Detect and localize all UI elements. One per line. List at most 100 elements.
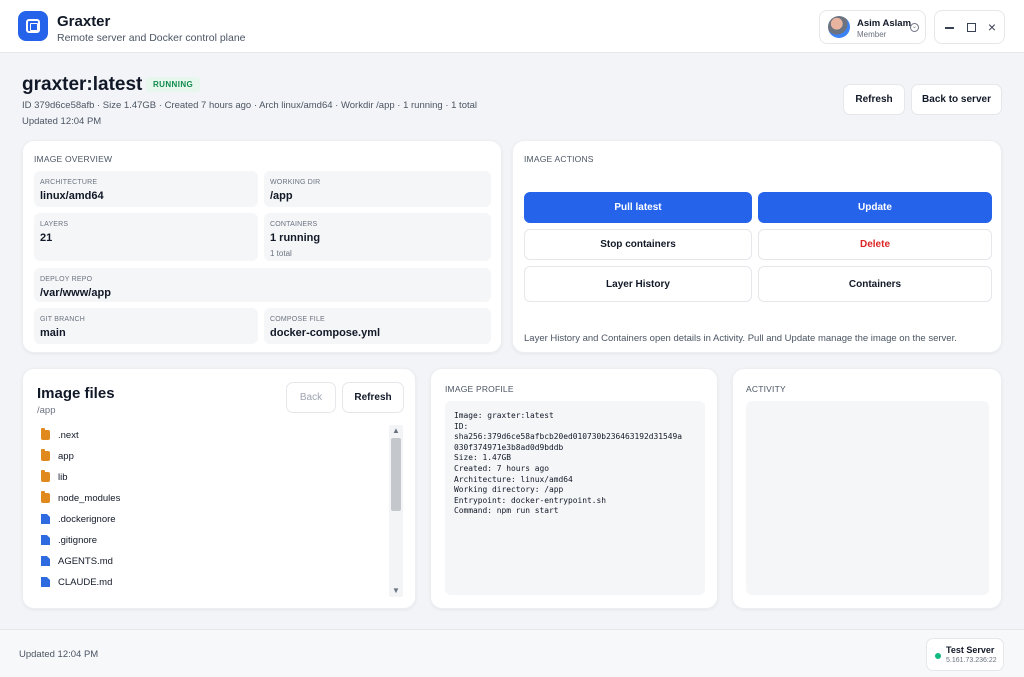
profile-line: sha256:379d6ce58afbcb20ed010730b23646319… (454, 432, 683, 442)
field-layers: LAYERS 21 (34, 213, 258, 261)
avatar (828, 16, 850, 38)
maximize-icon[interactable] (964, 20, 978, 34)
field-containers: CONTAINERS 1 running 1 total (264, 213, 491, 261)
field-value: 1 running (270, 232, 321, 244)
file-name: app (58, 451, 74, 462)
folder-icon (41, 449, 50, 461)
status-badge: RUNNING (146, 77, 201, 92)
image-files-path: /app (37, 405, 56, 416)
file-item-gitignore[interactable]: .gitignore (37, 530, 387, 550)
field-value: main (40, 327, 66, 339)
field-label: ARCHITECTURE (40, 179, 98, 186)
activity-log (746, 401, 989, 595)
image-overview-card: IMAGE OVERVIEW ARCHITECTURE linux/amd64 … (22, 140, 502, 353)
profile-line: Command: npm run start (454, 506, 559, 516)
profile-line: Created: 7 hours ago (454, 464, 550, 473)
image-actions-card: IMAGE ACTIONS Pull latest Update Stop co… (512, 140, 1002, 353)
image-actions-label: IMAGE ACTIONS (524, 154, 594, 164)
field-compose-file: COMPOSE FILE docker-compose.yml (264, 308, 491, 344)
files-refresh-button[interactable]: Refresh (342, 382, 404, 413)
scroll-up-icon[interactable]: ▲ (391, 426, 401, 436)
field-value: /app (270, 190, 293, 202)
file-item-lib[interactable]: lib (37, 467, 387, 487)
window-controls: × (934, 10, 1005, 44)
file-name: .next (58, 430, 79, 441)
file-icon (41, 514, 50, 524)
server-address: 5.161.73.236:22 (946, 657, 997, 664)
file-name: AGENTS.md (58, 556, 113, 567)
file-name: lib (58, 472, 68, 483)
image-meta: ID 379d6ce58afb · Size 1.47GB · Created … (22, 100, 478, 111)
activity-card: ACTIVITY (732, 368, 1002, 609)
field-value: docker-compose.yml (270, 327, 381, 339)
back-to-server-button[interactable]: Back to server (911, 84, 1002, 115)
file-item-claude-md[interactable]: CLAUDE.md (37, 572, 387, 592)
file-list: .next app lib node_modules .dockerignore… (37, 425, 404, 597)
containers-button[interactable]: Containers (758, 266, 992, 302)
field-architecture: ARCHITECTURE linux/amd64 (34, 171, 258, 207)
field-label: GIT BRANCH (40, 316, 86, 323)
file-name: node_modules (58, 493, 121, 504)
file-icon (41, 556, 50, 566)
file-icon (41, 535, 50, 545)
profile-line: ID: (454, 421, 469, 431)
field-value: /var/www/app (40, 287, 111, 299)
image-files-title: Image files (37, 385, 115, 402)
field-label: WORKING DIR (270, 179, 321, 186)
file-list-scrollbar[interactable]: ▲ ▼ (389, 425, 403, 597)
status-bar: Updated 12:04 PM Test Server 5.161.73.23… (0, 629, 1024, 677)
refresh-button[interactable]: Refresh (843, 84, 905, 115)
user-name: Asim Aslam (857, 18, 912, 29)
app-subtitle: Remote server and Docker control plane (57, 32, 246, 44)
image-profile-card: IMAGE PROFILE Image: graxter:latest ID: … (430, 368, 718, 609)
page-title: graxter:latest (22, 74, 143, 95)
profile-line: Architecture: linux/amd64 (454, 474, 573, 484)
server-status-chip[interactable]: Test Server 5.161.73.236:22 (926, 638, 1004, 671)
profile-line: Entrypoint: docker-entrypoint.sh (454, 495, 607, 505)
field-value: 21 (40, 232, 53, 244)
file-name: CLAUDE.md (58, 577, 113, 588)
profile-line: 030f374971e3b8ad0d9bddb (454, 442, 564, 452)
minimize-icon[interactable] (943, 20, 957, 34)
file-item-agents-md[interactable]: AGENTS.md (37, 551, 387, 571)
field-label: DEPLOY REPO (40, 276, 93, 283)
updated-time: Updated 12:04 PM (22, 116, 102, 127)
field-git-branch: GIT BRANCH main (34, 308, 258, 344)
server-name: Test Server (946, 645, 995, 655)
pull-latest-button[interactable]: Pull latest (524, 192, 752, 223)
app-logo-icon (18, 11, 48, 41)
scroll-thumb[interactable] (391, 438, 401, 511)
field-value: linux/amd64 (40, 190, 104, 202)
profile-line: Image: graxter:latest (454, 411, 554, 420)
file-name: .dockerignore (58, 514, 116, 525)
user-menu-button[interactable]: Asim Aslam Member ⌄ (819, 10, 926, 44)
title-bar: Graxter Remote server and Docker control… (0, 0, 1024, 53)
chevron-down-icon: ⌄ (910, 23, 919, 32)
footer-updated-time: Updated 12:04 PM (19, 649, 99, 660)
layer-history-button[interactable]: Layer History (524, 266, 752, 302)
actions-note: Layer History and Containers open detail… (524, 333, 957, 344)
close-icon[interactable]: × (985, 20, 999, 34)
update-button[interactable]: Update (758, 192, 992, 223)
user-role: Member (857, 30, 887, 39)
image-overview-label: IMAGE OVERVIEW (34, 154, 113, 164)
profile-line: Size: 1.47GB (454, 453, 512, 463)
file-item-app[interactable]: app (37, 446, 387, 466)
delete-button[interactable]: Delete (758, 229, 992, 260)
image-profile-label: IMAGE PROFILE (445, 384, 514, 394)
stop-containers-button[interactable]: Stop containers (524, 229, 752, 260)
back-button[interactable]: Back (286, 382, 336, 413)
activity-label: ACTIVITY (746, 384, 786, 394)
file-name: .gitignore (58, 535, 98, 546)
folder-icon (41, 491, 50, 503)
field-deploy-repo: DEPLOY REPO /var/www/app (34, 268, 491, 302)
file-item-next[interactable]: .next (37, 425, 387, 445)
online-status-icon (935, 653, 941, 659)
scroll-down-icon[interactable]: ▼ (391, 586, 401, 596)
field-label: LAYERS (40, 221, 69, 228)
app-title: Graxter (57, 13, 111, 30)
file-item-dockerignore[interactable]: .dockerignore (37, 509, 387, 529)
file-item-node-modules[interactable]: node_modules (37, 488, 387, 508)
folder-icon (41, 428, 50, 440)
folder-icon (41, 470, 50, 482)
